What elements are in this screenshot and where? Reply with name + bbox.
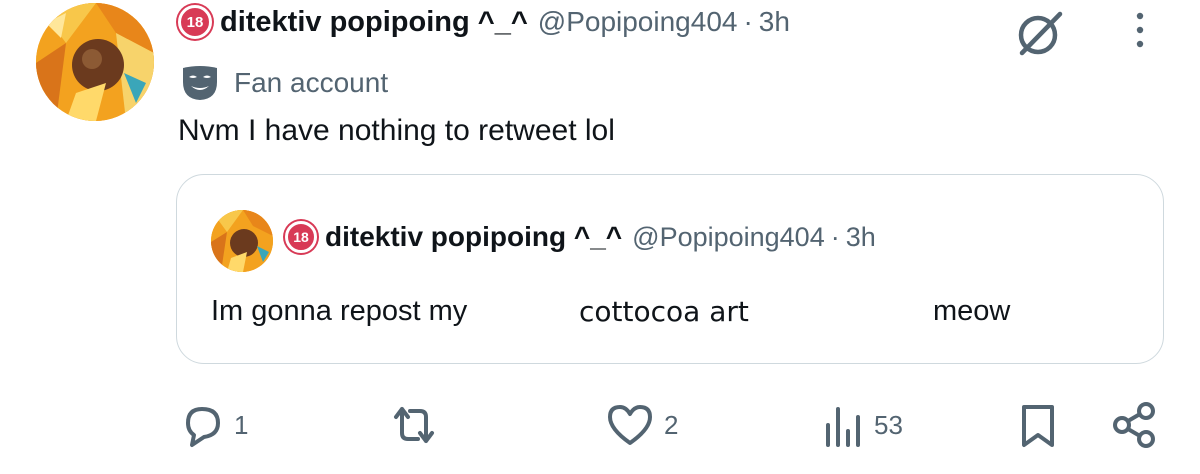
timestamp[interactable]: 3h <box>759 6 790 38</box>
quote-handle[interactable]: @Popipoing404 <box>632 222 825 253</box>
repost-button[interactable] <box>388 398 448 452</box>
reply-button[interactable]: 1 <box>178 398 248 452</box>
account-label[interactable]: Fan account <box>180 64 388 102</box>
quote-text-part1: Im gonna repost my <box>211 295 468 327</box>
like-count: 2 <box>664 409 679 440</box>
repost-icon <box>394 407 434 443</box>
quote-tweet[interactable]: 18 ditektiv popipoing ^_^ @Popipoing404 … <box>176 174 1164 364</box>
quote-timestamp[interactable]: 3h <box>846 222 876 253</box>
bookmark-button[interactable] <box>1016 398 1060 452</box>
share-icon <box>1113 402 1155 448</box>
grok-icon[interactable] <box>1012 8 1068 60</box>
views-count: 53 <box>874 409 903 440</box>
like-button[interactable]: 2 <box>604 398 678 452</box>
quote-separator-dot: · <box>830 221 840 252</box>
reply-icon <box>186 407 220 447</box>
quote-text-part3: meow <box>933 295 1011 327</box>
action-bar: 1 2 53 <box>0 398 1200 458</box>
separator-dot: · <box>743 6 753 37</box>
account-label-text: Fan account <box>234 67 389 98</box>
views-icon <box>826 407 860 447</box>
bookmark-icon <box>1022 405 1054 447</box>
avatar[interactable] <box>36 3 154 121</box>
reply-count: 1 <box>234 409 249 440</box>
tweet-header: 18 ditektiv popipoing ^_^ @Popipoing404 … <box>178 4 790 40</box>
mask-icon <box>183 66 217 100</box>
tweet-text: Nvm I have nothing to retweet lol <box>178 114 615 147</box>
handle[interactable]: @Popipoing404 <box>538 6 738 38</box>
quote-display-name[interactable]: ditektiv popipoing ^_^ <box>325 221 622 253</box>
views-button[interactable]: 53 <box>822 398 903 452</box>
display-name[interactable]: ditektiv popipoing ^_^ <box>220 6 528 39</box>
quote-avatar[interactable] <box>211 210 273 272</box>
age-badge: 18 <box>178 5 212 39</box>
quote-text-part2: cottocoa art <box>579 295 749 328</box>
quote-age-badge: 18 <box>285 221 317 253</box>
share-button[interactable] <box>1110 398 1160 452</box>
more-icon[interactable] <box>1128 10 1152 54</box>
heart-icon <box>608 405 652 445</box>
quote-header: 18 ditektiv popipoing ^_^ @Popipoing404 … <box>285 221 876 253</box>
